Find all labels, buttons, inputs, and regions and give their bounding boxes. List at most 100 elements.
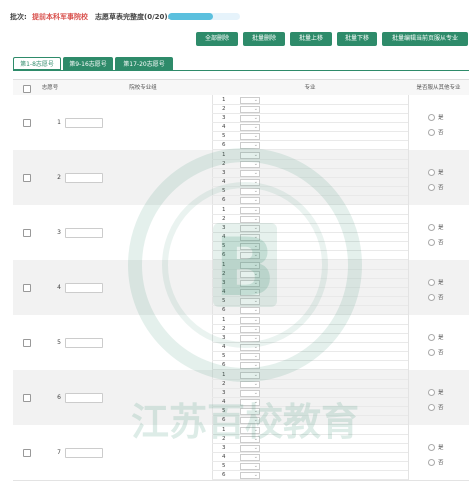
major-select[interactable]: ⌄	[240, 142, 260, 149]
major-select[interactable]: ⌄	[240, 124, 260, 131]
chevron-down-icon: ⌄	[253, 225, 258, 231]
obey-no-radio[interactable]	[428, 129, 435, 136]
row-checkbox[interactable]	[23, 229, 31, 237]
obey-yes-radio[interactable]	[428, 389, 435, 396]
row-checkbox[interactable]	[23, 339, 31, 347]
obey-yes-radio[interactable]	[428, 279, 435, 286]
major-select[interactable]: ⌄	[240, 317, 260, 324]
chevron-down-icon: ⌄	[253, 216, 258, 222]
batch-move-down-button[interactable]: 批量下移	[337, 32, 377, 46]
header-obey: 是否服从其他专业	[416, 85, 461, 91]
table-row: 4 1 ⌄ 2 ⌄ 3 ⌄ 4 ⌄ 5 ⌄ 6 ⌄ 是否	[13, 260, 469, 316]
major-select[interactable]: ⌄	[240, 454, 260, 461]
row-checkbox[interactable]	[23, 394, 31, 402]
obey-no-radio[interactable]	[428, 294, 435, 301]
table-row: 1 1 ⌄ 2 ⌄ 3 ⌄ 4 ⌄ 5 ⌄ 6 ⌄ 是否	[13, 95, 469, 151]
major-select[interactable]: ⌄	[240, 408, 260, 415]
major-select[interactable]: ⌄	[240, 216, 260, 223]
tab-1-8[interactable]: 第1-8志愿号	[13, 57, 61, 70]
batch-label: 批次:	[10, 13, 27, 21]
school-group-input[interactable]	[65, 118, 103, 128]
column-separator	[408, 260, 409, 315]
obey-no-radio[interactable]	[428, 184, 435, 191]
obey-yes-radio[interactable]	[428, 169, 435, 176]
select-all-checkbox[interactable]	[23, 85, 31, 93]
major-slot: 1 ⌄	[212, 261, 408, 270]
chevron-down-icon: ⌄	[253, 381, 258, 387]
major-select[interactable]: ⌄	[240, 436, 260, 443]
major-select[interactable]: ⌄	[240, 97, 260, 104]
delete-all-button[interactable]: 全部删除	[196, 32, 238, 46]
major-slot: 4 ⌄	[212, 398, 408, 407]
obey-yes-label: 是	[438, 115, 444, 121]
major-select[interactable]: ⌄	[240, 197, 260, 204]
obey-yes-radio[interactable]	[428, 224, 435, 231]
major-select[interactable]: ⌄	[240, 115, 260, 122]
major-slot: 3 ⌄	[212, 334, 408, 343]
chevron-down-icon: ⌄	[253, 390, 258, 396]
tab-17-20[interactable]: 第17-20志愿号	[115, 57, 173, 70]
major-select[interactable]: ⌄	[240, 344, 260, 351]
major-select[interactable]: ⌄	[240, 280, 260, 287]
major-select[interactable]: ⌄	[240, 362, 260, 369]
major-select[interactable]: ⌄	[240, 417, 260, 424]
school-group-input[interactable]	[65, 393, 103, 403]
obey-no-label: 否	[438, 460, 444, 466]
major-select[interactable]: ⌄	[240, 133, 260, 140]
obey-no-radio[interactable]	[428, 349, 435, 356]
major-select[interactable]: ⌄	[240, 188, 260, 195]
obey-no-radio[interactable]	[428, 239, 435, 246]
major-select[interactable]: ⌄	[240, 372, 260, 379]
batch-edit-obey-button[interactable]: 批量编辑当前页服从专业	[382, 32, 468, 46]
major-select[interactable]: ⌄	[240, 326, 260, 333]
chevron-down-icon: ⌄	[253, 307, 258, 313]
major-select[interactable]: ⌄	[240, 234, 260, 241]
batch-delete-button[interactable]: 批量删除	[243, 32, 285, 46]
school-group-input[interactable]	[65, 228, 103, 238]
row-checkbox[interactable]	[23, 119, 31, 127]
row-checkbox[interactable]	[23, 284, 31, 292]
major-select[interactable]: ⌄	[240, 463, 260, 470]
chevron-down-icon: ⌄	[253, 289, 258, 295]
major-select[interactable]: ⌄	[240, 106, 260, 113]
major-select[interactable]: ⌄	[240, 390, 260, 397]
school-group-input[interactable]	[65, 338, 103, 348]
major-select[interactable]: ⌄	[240, 243, 260, 250]
major-select[interactable]: ⌄	[240, 472, 260, 479]
major-select[interactable]: ⌄	[240, 252, 260, 259]
major-select[interactable]: ⌄	[240, 170, 260, 177]
major-select[interactable]: ⌄	[240, 262, 260, 269]
school-group-input[interactable]	[65, 173, 103, 183]
major-select[interactable]: ⌄	[240, 207, 260, 214]
major-select[interactable]: ⌄	[240, 179, 260, 186]
row-checkbox[interactable]	[23, 174, 31, 182]
major-select[interactable]: ⌄	[240, 225, 260, 232]
major-select[interactable]: ⌄	[240, 271, 260, 278]
obey-no-radio[interactable]	[428, 404, 435, 411]
chevron-down-icon: ⌄	[253, 252, 258, 258]
batch-move-up-button[interactable]: 批量上移	[290, 32, 332, 46]
major-select[interactable]: ⌄	[240, 353, 260, 360]
school-group-input[interactable]	[65, 283, 103, 293]
obey-no-label: 否	[438, 405, 444, 411]
major-select[interactable]: ⌄	[240, 399, 260, 406]
major-select[interactable]: ⌄	[240, 445, 260, 452]
obey-yes-radio[interactable]	[428, 444, 435, 451]
major-slot: 4 ⌄	[212, 288, 408, 297]
tab-9-16[interactable]: 第9-16志愿号	[63, 57, 113, 70]
school-group-input[interactable]	[65, 448, 103, 458]
major-select[interactable]: ⌄	[240, 298, 260, 305]
major-slot: 2 ⌄	[212, 105, 408, 114]
major-select[interactable]: ⌄	[240, 289, 260, 296]
major-select[interactable]: ⌄	[240, 307, 260, 314]
obey-yes-radio[interactable]	[428, 334, 435, 341]
obey-yes-radio[interactable]	[428, 114, 435, 121]
major-select[interactable]: ⌄	[240, 161, 260, 168]
chevron-down-icon: ⌄	[253, 298, 258, 304]
major-select[interactable]: ⌄	[240, 335, 260, 342]
column-separator	[408, 150, 409, 205]
obey-no-radio[interactable]	[428, 459, 435, 466]
major-select[interactable]: ⌄	[240, 381, 260, 388]
major-select[interactable]: ⌄	[240, 427, 260, 434]
major-select[interactable]: ⌄	[240, 152, 260, 159]
